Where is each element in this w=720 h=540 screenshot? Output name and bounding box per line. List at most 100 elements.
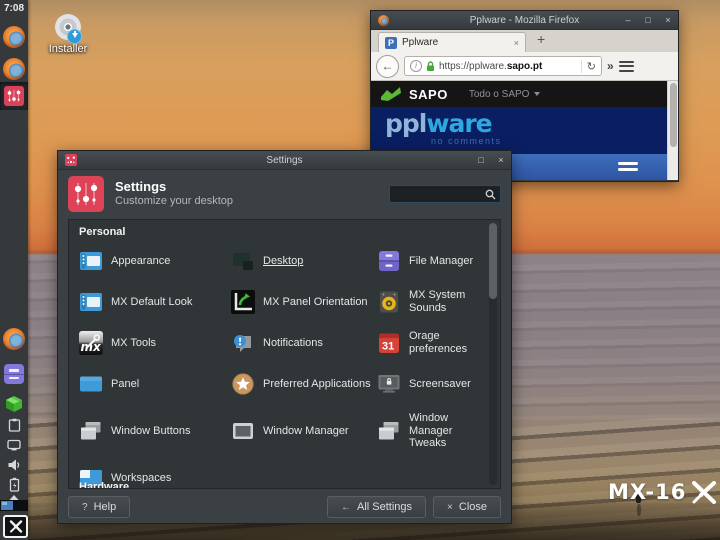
url-bar[interactable]: i https://pplware.sapo.pt ↻ — [404, 56, 602, 76]
new-tab-button[interactable]: + — [537, 31, 545, 47]
sapo-menu[interactable]: Todo o SAPO — [469, 89, 541, 100]
back-button[interactable]: ← — [376, 55, 399, 78]
page-menu-icon[interactable] — [618, 162, 638, 171]
settings-item-label: File Manager — [409, 255, 473, 268]
download-badge-icon — [67, 29, 82, 44]
settings-item-panel[interactable]: Panel — [79, 371, 231, 397]
settings-page-title: Settings — [115, 179, 233, 195]
close-settings-button[interactable]: × Close — [433, 496, 501, 518]
settings-item-mx-system-sounds[interactable]: MX System Sounds — [377, 289, 490, 315]
settings-item-mx-panel-orientation[interactable]: MX Panel Orientation — [231, 289, 377, 315]
all-settings-label: All Settings — [357, 501, 412, 513]
settings-item-label: Window Manager Tweaks — [409, 412, 490, 450]
info-icon[interactable]: i — [410, 60, 422, 72]
notifications-icon — [231, 331, 255, 355]
screensaver-icon — [377, 372, 401, 396]
mx-tools-icon: mx — [79, 331, 103, 355]
tray-clipboard[interactable] — [0, 417, 28, 433]
firefox-icon — [3, 26, 25, 48]
mx-settings-icon — [4, 86, 24, 106]
overflow-icon[interactable]: » — [607, 59, 614, 73]
taskbar-firefox-2[interactable] — [0, 56, 28, 82]
applications-menu-button[interactable] — [3, 515, 28, 538]
settings-item-window-manager-tweaks[interactable]: Window Manager Tweaks — [377, 412, 490, 450]
taskbar-panel: 7:08 — [0, 0, 28, 540]
tray-battery[interactable] — [0, 476, 28, 492]
firefox-tab-bar: P Pplware × + — [371, 30, 678, 52]
scrollbar-thumb[interactable] — [670, 83, 677, 147]
settings-item-notifications[interactable]: Notifications — [231, 330, 377, 356]
settings-item-label: MX Tools — [111, 337, 156, 350]
settings-scrollbar[interactable] — [489, 223, 497, 485]
search-box[interactable] — [389, 185, 501, 203]
tray-volume[interactable] — [0, 456, 28, 474]
help-button[interactable]: ? Help — [68, 496, 130, 518]
settings-item-window-manager[interactable]: Window Manager — [231, 412, 377, 450]
reload-icon[interactable]: ↻ — [581, 60, 596, 73]
close-button[interactable]: × — [491, 151, 511, 169]
taskbar-settings[interactable] — [0, 82, 28, 110]
close-icon: × — [447, 502, 453, 513]
clipboard-icon — [8, 418, 21, 432]
pplware-logo[interactable]: pplware — [385, 107, 678, 136]
scrollbar-thumb[interactable] — [489, 223, 497, 299]
window-buttons-icon — [79, 419, 103, 443]
firefox-titlebar[interactable]: Pplware - Mozilla Firefox – □ × — [371, 11, 678, 30]
settings-item-appearance[interactable]: Appearance — [79, 248, 231, 274]
taskbar-firefox-1[interactable] — [0, 24, 28, 50]
maximize-button[interactable]: □ — [471, 151, 491, 169]
workspace-pager[interactable] — [0, 500, 28, 511]
settings-item-orage-preferences[interactable]: 31 Orage preferences — [377, 330, 490, 356]
settings-item-desktop[interactable]: Desktop — [231, 248, 377, 274]
launcher-file-manager[interactable] — [0, 362, 28, 386]
settings-item-label: Desktop — [263, 255, 303, 268]
settings-item-label: MX System Sounds — [409, 289, 490, 314]
page-scrollbar[interactable] — [667, 81, 678, 180]
tab-pplware[interactable]: P Pplware × — [378, 32, 526, 52]
settings-titlebar[interactable]: Settings □ × — [58, 151, 511, 170]
clock[interactable]: 7:08 — [0, 3, 28, 14]
pplware-banner: pplware no comments — [371, 107, 678, 154]
orage-calendar-icon: 31 — [377, 331, 401, 355]
close-label: Close — [459, 501, 487, 513]
minimize-button[interactable]: – — [618, 11, 638, 29]
pplware-tagline: no comments — [431, 136, 678, 146]
installer-desktop-icon[interactable]: Installer — [46, 14, 90, 55]
settings-item-screensaver[interactable]: Screensaver — [377, 371, 490, 397]
mx16-label: MX-16 — [608, 480, 686, 504]
sapo-header: SAPO Todo o SAPO — [371, 81, 678, 107]
package-box-icon — [3, 393, 25, 415]
settings-item-mx-tools[interactable]: mx MX Tools — [79, 330, 231, 356]
settings-item-preferred-applications[interactable]: Preferred Applications — [231, 371, 377, 397]
mx-settings-icon — [65, 154, 77, 166]
url-domain: sapo.pt — [507, 61, 543, 72]
settings-item-file-manager[interactable]: File Manager — [377, 248, 490, 274]
pplware-favicon: P — [385, 37, 397, 49]
all-settings-button[interactable]: ← All Settings — [327, 496, 426, 518]
firefox-navbar: ← i https://pplware.sapo.pt ↻ » — [371, 52, 678, 81]
settings-item-window-buttons[interactable]: Window Buttons — [79, 412, 231, 450]
installer-label: Installer — [46, 43, 90, 55]
launcher-firefox[interactable] — [0, 326, 28, 352]
close-button[interactable]: × — [658, 11, 678, 29]
search-input[interactable] — [394, 188, 485, 201]
maximize-button[interactable]: □ — [638, 11, 658, 29]
search-icon — [485, 189, 496, 200]
settings-page-subtitle: Customize your desktop — [115, 195, 233, 209]
window-manager-tweaks-icon — [377, 419, 401, 443]
sapo-logo-text[interactable]: SAPO — [409, 87, 448, 102]
settings-item-label: Notifications — [263, 337, 323, 350]
settings-window: Settings □ × Settings Customize your des… — [57, 150, 512, 524]
sapo-menu-label: Todo o SAPO — [469, 89, 530, 100]
tab-close-icon[interactable]: × — [514, 38, 519, 48]
settings-window-title: Settings — [58, 155, 511, 166]
workspace-1[interactable] — [1, 501, 13, 510]
tray-display[interactable] — [0, 437, 28, 453]
mx-x-logo-icon — [691, 481, 717, 504]
help-label: Help — [94, 501, 117, 513]
settings-item-label: MX Panel Orientation — [263, 296, 368, 309]
settings-item-mx-default-look[interactable]: MX Default Look — [79, 289, 231, 315]
menu-icon[interactable] — [619, 61, 634, 72]
launcher-package-installer[interactable] — [0, 392, 28, 416]
window-manager-icon — [231, 419, 255, 443]
